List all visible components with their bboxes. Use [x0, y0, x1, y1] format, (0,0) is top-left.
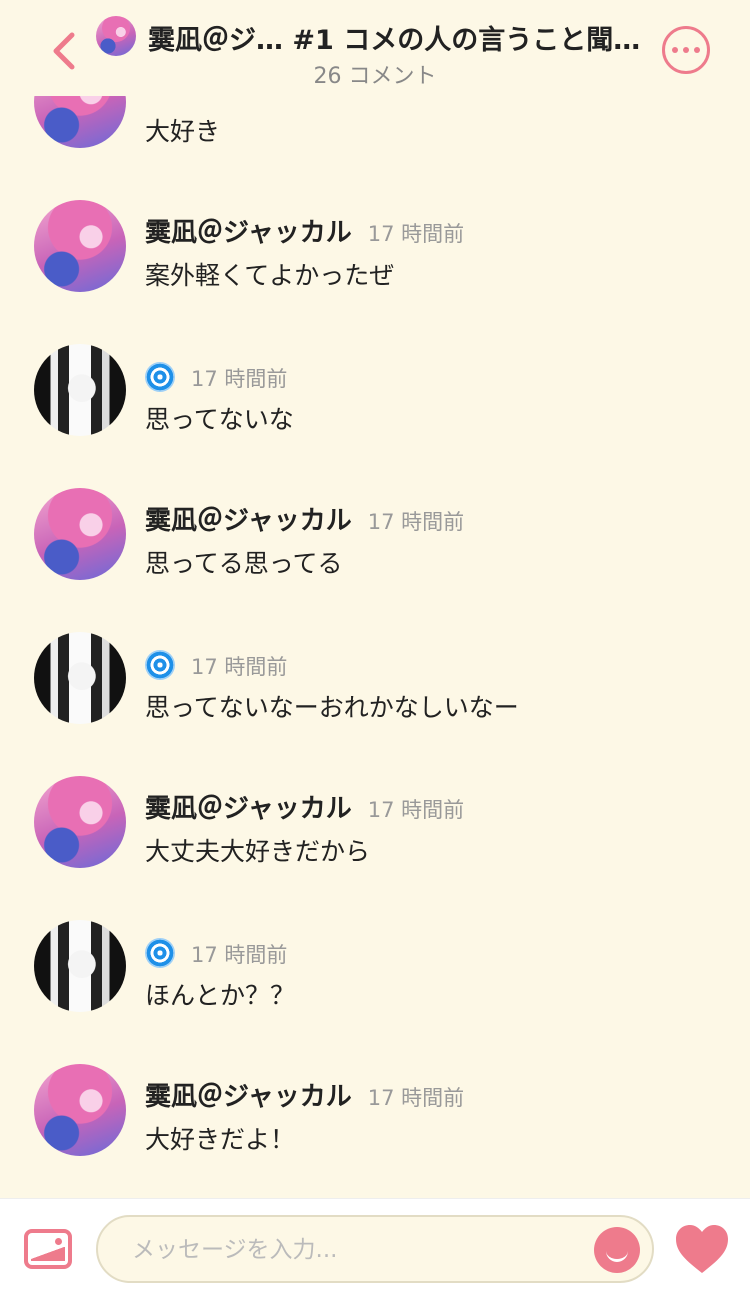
- heart-icon: [676, 1225, 728, 1273]
- message-text: 思ってないなーおれかなしいなー: [145, 693, 519, 722]
- message-time: 17 時間前: [367, 510, 465, 534]
- avatar[interactable]: [34, 632, 126, 724]
- message-text: 大好きだよ！: [145, 1125, 296, 1154]
- avatar[interactable]: [34, 1064, 126, 1156]
- message-time: 17 時間前: [191, 943, 288, 967]
- message-input[interactable]: [130, 1229, 574, 1271]
- sender-name[interactable]: 霙凪＠ジャッカル: [145, 1076, 352, 1113]
- avatar[interactable]: [34, 344, 126, 436]
- sender-name[interactable]: 霙凪＠ジャッカル: [145, 788, 352, 825]
- list-item: 霙凪＠ジャッカル 17 時間前 案外軽くてよかったぜ: [0, 200, 750, 310]
- message-time: 17 時間前: [191, 655, 288, 679]
- message-text: 思ってないな: [145, 405, 294, 434]
- composer-bar: [0, 1198, 750, 1302]
- swirl-icon[interactable]: [145, 362, 175, 392]
- image-icon: [31, 1247, 65, 1261]
- comment-count: 26 コメント: [313, 64, 437, 89]
- message-text: ほんとか？？: [145, 981, 296, 1010]
- sender-name[interactable]: 霙凪＠ジャッカル: [145, 500, 352, 537]
- page-title[interactable]: 霙凪＠ジ… #1 コメの人の言うこと聞く…: [148, 18, 648, 57]
- sender-name[interactable]: 霙凪＠ジャッカル: [145, 212, 352, 249]
- more-options-button[interactable]: [662, 26, 710, 74]
- message-time: 17 時間前: [367, 1086, 465, 1110]
- swirl-icon[interactable]: [145, 938, 175, 968]
- message-list[interactable]: 大好き 霙凪＠ジャッカル 17 時間前 案外軽くてよかったぜ 17 時間前 思っ…: [0, 0, 750, 1198]
- message-text: 思ってる思ってる: [145, 549, 343, 578]
- avatar[interactable]: [34, 776, 126, 868]
- message-input-container[interactable]: [96, 1215, 654, 1283]
- avatar[interactable]: [34, 488, 126, 580]
- list-item: 霙凪＠ジャッカル 17 時間前 大丈夫大好きだから: [0, 776, 750, 886]
- header-avatar[interactable]: [96, 16, 136, 56]
- swirl-icon[interactable]: [145, 650, 175, 680]
- smile-icon: [606, 1247, 628, 1262]
- message-time: 17 時間前: [191, 367, 288, 391]
- avatar[interactable]: [34, 920, 126, 1012]
- image-button[interactable]: [24, 1229, 72, 1269]
- list-item: 17 時間前 思ってないな: [0, 344, 750, 454]
- more-options-icon: [672, 47, 678, 53]
- message-text: 大好き: [145, 117, 221, 146]
- message-time: 17 時間前: [367, 222, 465, 246]
- list-item: 霙凪＠ジャッカル 17 時間前 思ってる思ってる: [0, 488, 750, 598]
- emoji-button[interactable]: [594, 1227, 640, 1273]
- message-text: 大丈夫大好きだから: [145, 837, 371, 866]
- header: 霙凪＠ジ… #1 コメの人の言うこと聞く… 26 コメント: [0, 0, 750, 96]
- list-item: 霙凪＠ジャッカル 17 時間前 大好きだよ！: [0, 1064, 750, 1174]
- message-time: 17 時間前: [367, 798, 465, 822]
- list-item: 17 時間前 思ってないなーおれかなしいなー: [0, 632, 750, 742]
- avatar[interactable]: [34, 200, 126, 292]
- message-text: 案外軽くてよかったぜ: [145, 261, 395, 290]
- list-item: 17 時間前 ほんとか？？: [0, 920, 750, 1030]
- like-button[interactable]: [674, 1223, 730, 1275]
